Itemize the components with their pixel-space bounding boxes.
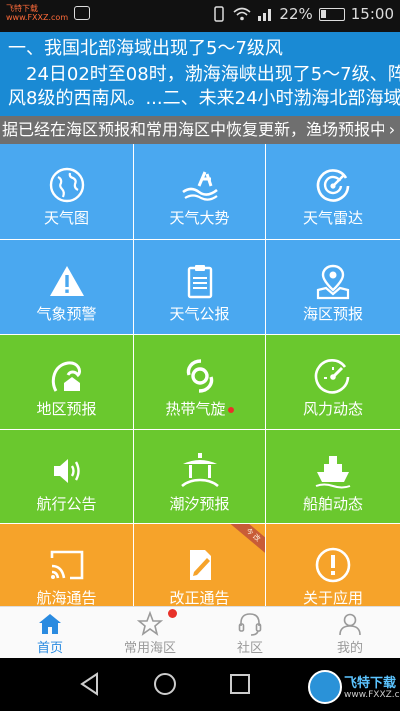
tile-label: 天气大势 (169, 209, 230, 227)
tile-label: 潮汐预报 (169, 495, 230, 513)
bottom-tab-bar: 首页 常用海区 社区 我的 (0, 606, 400, 658)
edit-doc-icon (189, 550, 211, 580)
source-tag: 飞特下载 www.FXXZ.com (6, 4, 68, 22)
signal-icon (257, 7, 273, 21)
tile-vessel-dynamics[interactable]: 船舶动态 (266, 430, 400, 523)
battery-icon (318, 7, 345, 21)
ship-icon (315, 456, 351, 489)
tile-label: 海区预报 (302, 305, 363, 323)
star-icon (137, 611, 163, 636)
home-icon (39, 614, 61, 634)
wifi-icon (233, 7, 251, 21)
speaker-icon (53, 459, 80, 483)
tile-navigation-notice[interactable]: 航行公告 (0, 430, 133, 523)
banner-line-2: 24日02时至08时，渤海海峡出现了5～7级、阵 (26, 64, 400, 85)
tile-label: 关于应用 (302, 589, 363, 606)
tab-favorite-areas[interactable]: 常用海区 (100, 607, 200, 659)
chevron-right-icon[interactable]: › (384, 116, 400, 144)
forecast-banner[interactable]: 一、我国北部海域出现了5～7级风 24日02时至08时，渤海海峡出现了5～7级、… (0, 32, 400, 116)
notice-text: 据已经在海区预报和常用海区中恢复更新，渔场预报中以 (2, 120, 400, 139)
new-ribbon: 今 改 (226, 524, 265, 559)
wave-house-icon (51, 361, 81, 392)
tile-label-text: 热带气旋 (165, 400, 226, 418)
tile-correction-notice[interactable]: 今 改 改正通告 (134, 524, 265, 606)
tile-label: 天气图 (43, 209, 89, 227)
tile-weather-bulletin[interactable]: 天气公报 (134, 240, 265, 334)
tile-label: 船舶动态 (302, 495, 363, 513)
wave-logo-icon (181, 171, 218, 201)
info-icon (315, 547, 351, 583)
tile-weather-warning[interactable]: 气象预警 (0, 240, 133, 334)
tile-label: 风力动态 (302, 400, 363, 418)
tile-label: 航海通告 (36, 589, 97, 606)
tab-label: 首页 (36, 641, 63, 656)
tab-label: 常用海区 (123, 641, 176, 656)
tile-tropical-cyclone[interactable]: 热带气旋 (134, 335, 265, 429)
tile-label: 天气雷达 (302, 209, 363, 227)
watermark: 飞特下载 www.FXXZ.com (308, 668, 400, 706)
notification-badge (168, 609, 177, 618)
recent-apps-icon[interactable] (227, 671, 253, 697)
status-right: 22% 15:00 (211, 5, 394, 23)
tab-home[interactable]: 首页 (0, 607, 100, 659)
tile-about-app[interactable]: 关于应用 (266, 524, 400, 606)
home-nav-icon[interactable] (152, 671, 178, 697)
tile-label: 地区预报 (36, 400, 97, 418)
tile-tide-forecast[interactable]: 潮汐预报 (134, 430, 265, 523)
radar-icon (316, 169, 350, 202)
tile-weather-radar[interactable]: 天气雷达 (266, 144, 400, 239)
battery-percent: 22% (279, 5, 313, 23)
globe-icon (49, 167, 84, 203)
new-indicator-dot (227, 406, 234, 413)
tile-maritime-notice[interactable]: 航海通告 (0, 524, 133, 606)
tab-mine[interactable]: 我的 (300, 607, 400, 659)
function-grid: 天气图 天气大势 天气雷达 气象预警 天气公报 海区预报 地区预报 热带气旋 风… (0, 144, 400, 606)
tile-label: 改正通告 (169, 589, 230, 606)
banner-line-3: 风8级的西南风。...二、未来24小时渤海北部海域 (8, 88, 400, 109)
cast-icon (50, 550, 83, 580)
clipboard-icon (187, 265, 212, 299)
user-icon (339, 613, 361, 636)
tile-label: 航行公告 (36, 495, 97, 513)
clock: 15:00 (350, 5, 394, 23)
watermark-title: 飞特下载 (344, 676, 397, 691)
pavilion-icon (180, 453, 219, 488)
source-tag-line1: 飞特下载 (6, 4, 38, 13)
tab-community[interactable]: 社区 (200, 607, 300, 659)
tile-sea-area-forecast[interactable]: 海区预报 (266, 240, 400, 334)
warning-icon (49, 266, 84, 296)
notification-icon (74, 6, 91, 20)
tile-regional-forecast[interactable]: 地区预报 (0, 335, 133, 429)
tile-label: 热带气旋 (134, 399, 265, 419)
source-tag-line2: www.FXXZ.com (6, 13, 69, 22)
status-left: 飞特下载 www.FXXZ.com (6, 4, 91, 22)
tile-wind-dynamics[interactable]: 风力动态 (266, 335, 400, 429)
tile-weather-trend[interactable]: 天气大势 (134, 144, 265, 239)
tab-label: 社区 (236, 641, 263, 656)
typhoon-icon (186, 359, 213, 393)
gauge-icon (314, 359, 350, 394)
tab-label: 我的 (336, 641, 363, 656)
back-icon[interactable] (77, 671, 103, 697)
notice-marquee[interactable]: 据已经在海区预报和常用海区中恢复更新，渔场预报中以 › (0, 116, 400, 144)
tile-label: 天气公报 (169, 305, 230, 323)
watermark-url: www.FXXZ.com (344, 690, 400, 700)
banner-line-1: 一、我国北部海域出现了5～7级风 (8, 38, 283, 59)
vibrate-icon (211, 6, 227, 22)
watermark-logo (308, 670, 342, 704)
map-pin-icon (316, 264, 350, 300)
tile-label: 气象预警 (36, 305, 97, 323)
tile-weather-map[interactable]: 天气图 (0, 144, 133, 239)
headset-icon (238, 613, 262, 636)
status-bar: 飞特下载 www.FXXZ.com 22% 15:00 (0, 0, 400, 32)
